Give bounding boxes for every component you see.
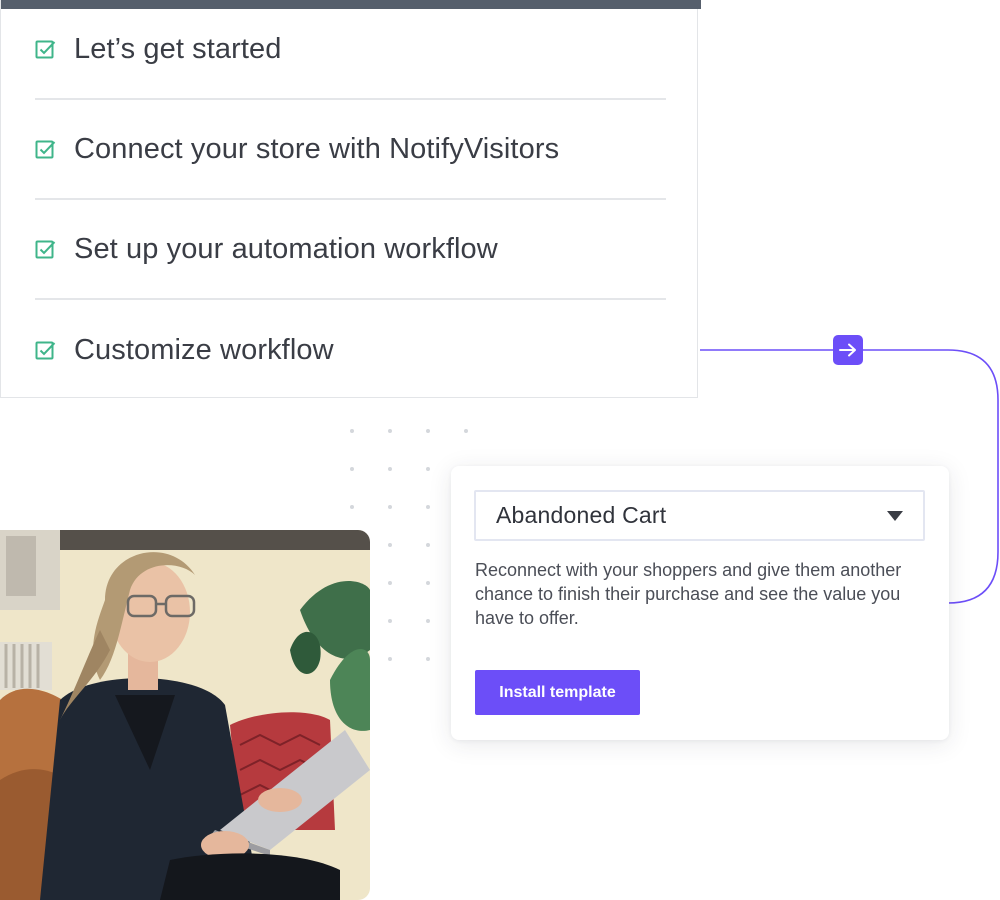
checklist-step-label: Let’s get started	[74, 33, 282, 65]
checkbox-checked-icon	[35, 240, 56, 259]
checklist-step-automation-workflow[interactable]: Set up your automation workflow	[35, 201, 666, 300]
setup-checklist: Let’s get started Connect your store wit…	[0, 0, 701, 400]
template-description: Reconnect with your shoppers and give th…	[475, 560, 902, 628]
template-select-value: Abandoned Cart	[496, 502, 667, 528]
checkbox-checked-icon	[35, 341, 56, 360]
template-select-dropdown[interactable]: Abandoned Cart	[474, 490, 925, 541]
install-template-button[interactable]: Install template	[475, 670, 640, 715]
caret-down-icon	[887, 510, 903, 521]
checklist-step-customize-workflow[interactable]: Customize workflow	[35, 301, 666, 400]
checklist-step-label: Connect your store with NotifyVisitors	[74, 133, 560, 165]
checkbox-checked-icon	[35, 40, 56, 59]
workflow-template-card: Abandoned Cart Reconnect with your shopp…	[451, 466, 949, 740]
next-step-arrow-button[interactable]	[833, 335, 863, 365]
checklist-step-get-started[interactable]: Let’s get started	[35, 1, 666, 100]
checklist-step-label: Set up your automation workflow	[74, 233, 498, 265]
woman-with-laptop-photo	[0, 530, 370, 900]
checklist-step-label: Customize workflow	[74, 334, 334, 366]
arrow-right-icon	[839, 343, 856, 357]
checklist-step-connect-store[interactable]: Connect your store with NotifyVisitors	[35, 101, 666, 200]
checkbox-checked-icon	[35, 140, 56, 159]
